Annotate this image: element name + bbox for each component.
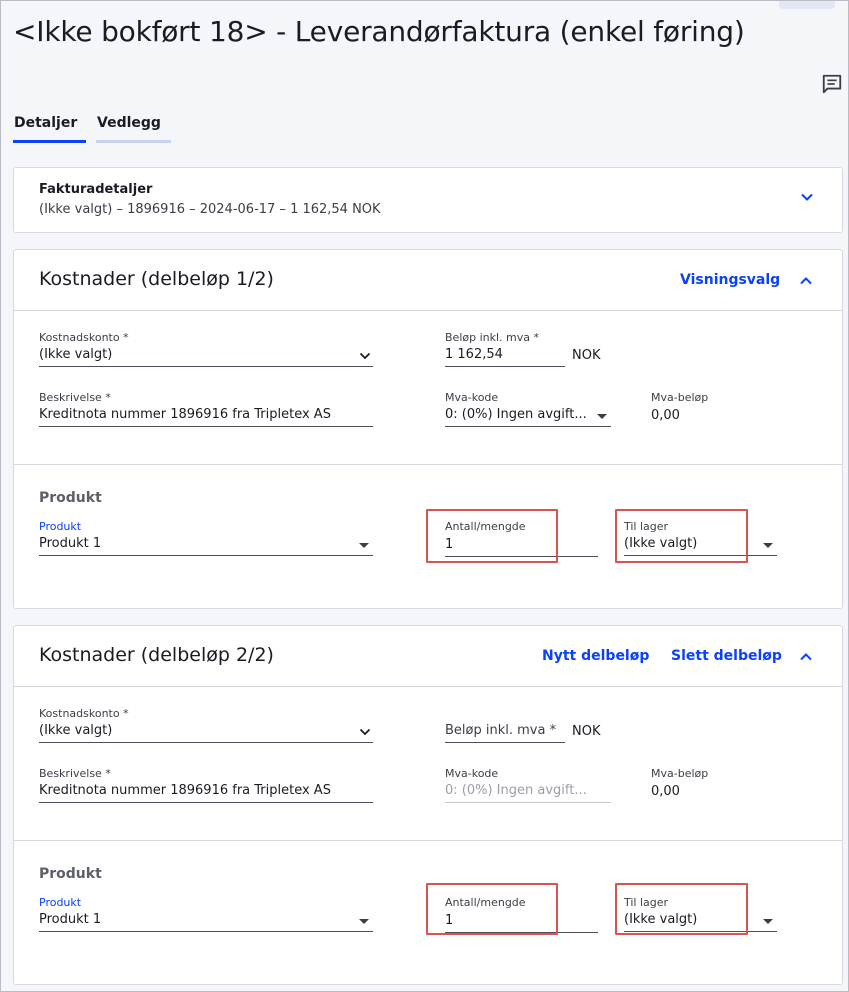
cost-card-2-title: Kostnader (delbeløp 2/2) [39,644,274,666]
product-section-title: Produkt [39,490,102,506]
comment-icon[interactable] [821,73,843,95]
dropdown-arrow-icon [359,919,369,924]
cost-account-select[interactable]: (Ikke valgt) [39,345,373,367]
section-divider [14,840,842,841]
quantity-label: Antall/mengde [445,896,526,909]
product-label: Produkt [39,896,82,909]
dropdown-arrow-icon [359,543,369,548]
vat-code-label: Mva-kode [445,391,499,404]
cost-account-value: (Ikke valgt) [39,347,113,362]
dropdown-arrow-icon [763,919,773,924]
cost-card-1-header: Kostnader (delbeløp 1/2) Visningsvalg [14,250,842,311]
chevron-up-icon[interactable] [799,274,813,288]
description-input[interactable]: Kreditnota nummer 1896916 fra Tripletex … [39,781,373,803]
stock-select[interactable]: (Ikke valgt) [624,534,777,556]
chevron-down-icon [359,728,371,736]
product-select[interactable]: Produkt 1 [39,910,373,932]
amount-input[interactable]: Beløp inkl. mva * [445,721,565,743]
chevron-down-icon [359,352,371,360]
vat-amount-label: Mva-beløp [651,767,709,780]
cost-card-1-title: Kostnader (delbeløp 1/2) [39,268,274,290]
cost-card-2: Kostnader (delbeløp 2/2) Nytt delbeløp S… [13,625,843,985]
top-toolbar-stub [779,1,835,9]
product-value: Produkt 1 [39,536,102,551]
chevron-up-icon[interactable] [799,650,813,664]
stock-value: (Ikke valgt) [624,912,698,927]
product-select[interactable]: Produkt 1 [39,534,373,556]
cost-card-2-header: Kostnader (delbeløp 2/2) Nytt delbeløp S… [14,626,842,687]
invoice-details-card[interactable]: Fakturadetaljer (Ikke valgt) – 1896916 –… [13,167,843,233]
view-options-link[interactable]: Visningsvalg [680,272,780,288]
quantity-label: Antall/mengde [445,520,526,533]
vat-code-label: Mva-kode [445,767,499,780]
vat-code-value: 0: (0%) Ingen avgift... [445,407,587,422]
dropdown-arrow-icon [763,543,773,548]
stock-value: (Ikke valgt) [624,536,698,551]
currency-label: NOK [572,724,601,739]
tab-detaljer[interactable]: Detaljer [13,113,86,143]
cost-account-value: (Ikke valgt) [39,723,113,738]
cost-account-label: Kostnadskonto * [39,707,129,720]
description-label: Beskrivelse * [39,391,111,404]
product-label: Produkt [39,520,82,533]
section-divider [14,464,842,465]
vat-amount-label: Mva-beløp [651,391,709,404]
amount-input[interactable]: 1 162,54 [445,345,565,367]
page-title: <Ikke bokført 18> - Leverandørfaktura (e… [13,15,745,48]
vat-code-select[interactable]: 0: (0%) Ingen avgift... [445,405,611,427]
delete-subamount-link[interactable]: Slett delbeløp [671,648,782,664]
new-subamount-link[interactable]: Nytt delbeløp [542,648,649,664]
chevron-down-icon[interactable] [800,190,814,204]
quantity-input[interactable]: 1 [445,535,598,557]
invoice-details-title: Fakturadetaljer [39,182,153,197]
vat-code-select: 0: (0%) Ingen avgift... [445,781,611,803]
stock-label: Til lager [624,896,669,909]
quantity-input[interactable]: 1 [445,911,598,933]
product-value: Produkt 1 [39,912,102,927]
cost-account-select[interactable]: (Ikke valgt) [39,721,373,743]
product-section-title: Produkt [39,866,102,882]
cost-card-1: Kostnader (delbeløp 1/2) Visningsvalg Ko… [13,249,843,609]
stock-label: Til lager [624,520,669,533]
invoice-details-summary: (Ikke valgt) – 1896916 – 2024-06-17 – 1 … [39,202,381,217]
tab-vedlegg[interactable]: Vedlegg [96,113,171,143]
vat-amount-value: 0,00 [651,408,680,423]
vat-code-value: 0: (0%) Ingen avgift... [445,783,587,798]
description-input[interactable]: Kreditnota nummer 1896916 fra Tripletex … [39,405,373,427]
dropdown-arrow-icon [597,414,607,419]
stock-select[interactable]: (Ikke valgt) [624,910,777,932]
tab-bar: Detaljer Vedlegg [13,113,181,143]
currency-label: NOK [572,348,601,363]
cost-account-label: Kostnadskonto * [39,331,129,344]
description-label: Beskrivelse * [39,767,111,780]
vat-amount-value: 0,00 [651,784,680,799]
amount-label: Beløp inkl. mva * [445,331,539,344]
